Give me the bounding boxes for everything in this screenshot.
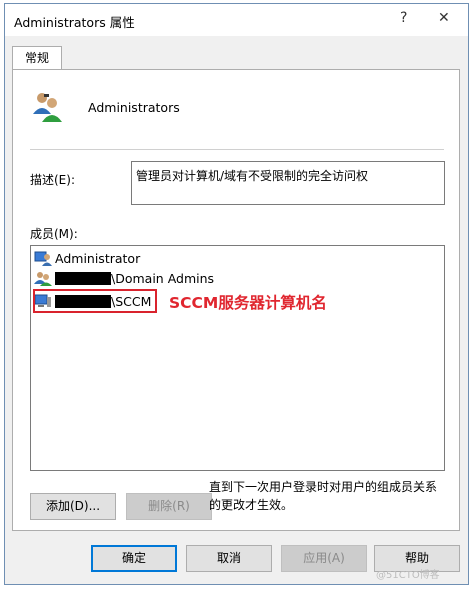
add-button[interactable]: 添加(D)... bbox=[30, 493, 116, 520]
member-name: \Domain Admins bbox=[111, 270, 215, 286]
ok-button[interactable]: 确定 bbox=[91, 545, 177, 572]
properties-dialog: Administrators 属性 ? ✕ 常规 Administrators … bbox=[4, 3, 469, 585]
group-users-icon bbox=[33, 93, 62, 122]
list-item[interactable]: Administrator bbox=[34, 248, 140, 268]
user-icon bbox=[34, 251, 52, 266]
highlight-box bbox=[33, 289, 157, 313]
apply-button[interactable]: 应用(A) bbox=[281, 545, 367, 572]
members-label: 成员(M): bbox=[30, 227, 78, 241]
group-name: Administrators bbox=[88, 100, 180, 115]
group-icon bbox=[34, 272, 52, 286]
remove-button[interactable]: 删除(R) bbox=[126, 493, 212, 520]
general-panel: Administrators 描述(E): 管理员对计算机/域有不受限制的完全访… bbox=[12, 69, 460, 531]
divider bbox=[30, 149, 444, 150]
redacted-domain bbox=[55, 271, 111, 285]
title-bar: Administrators 属性 ? ✕ bbox=[5, 4, 468, 36]
membership-note: 直到下一次用户登录时对用户的组成员关系的更改才生效。 bbox=[209, 480, 438, 512]
description-label: 描述(E): bbox=[30, 173, 75, 187]
cancel-button[interactable]: 取消 bbox=[186, 545, 272, 572]
window-title: Administrators 属性 bbox=[14, 15, 135, 30]
description-field[interactable]: 管理员对计算机/域有不受限制的完全访问权 bbox=[131, 161, 445, 205]
list-item[interactable]: \Domain Admins bbox=[34, 268, 214, 288]
watermark: @51CTO博客 bbox=[376, 570, 440, 581]
member-name: Administrator bbox=[55, 250, 141, 266]
tab-general[interactable]: 常规 bbox=[12, 46, 62, 70]
members-list[interactable]: Administrator \Domain Admins \SCCM SCCM服… bbox=[30, 245, 445, 471]
annotation-label: SCCM服务器计算机名 bbox=[169, 294, 327, 312]
help-icon[interactable]: ? bbox=[400, 10, 407, 26]
close-icon[interactable]: ✕ bbox=[438, 10, 450, 26]
